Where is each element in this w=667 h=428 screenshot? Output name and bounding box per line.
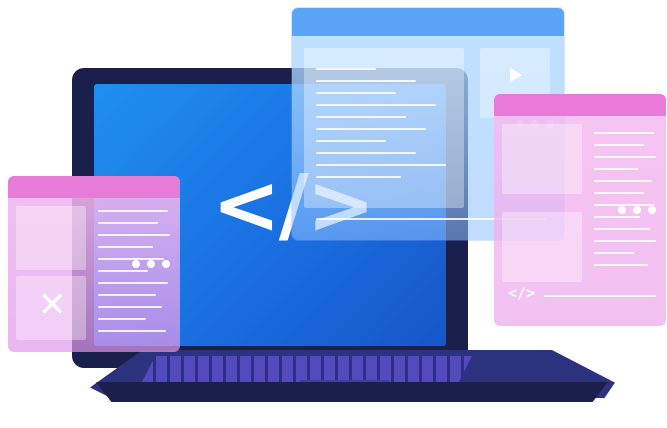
code-line (594, 252, 634, 254)
code-line (594, 240, 656, 242)
code-line (98, 318, 146, 320)
code-line (316, 104, 436, 106)
code-line (594, 132, 654, 134)
code-line (316, 80, 416, 82)
content-panel (16, 206, 86, 270)
code-line (594, 216, 640, 218)
code-line (98, 330, 166, 332)
window-dot (162, 260, 170, 268)
tools-icon: ✕ (38, 285, 67, 325)
code-line (98, 210, 168, 212)
window-dot (147, 260, 155, 268)
content-panel (502, 212, 582, 282)
code-line (594, 156, 656, 158)
code-line (316, 164, 446, 166)
window-titlebar (8, 176, 180, 268)
code-symbol-small-icon: </> (508, 284, 536, 302)
code-line (98, 246, 153, 248)
code-line (594, 144, 644, 146)
window-controls-dots (618, 94, 656, 326)
code-line (316, 152, 416, 154)
window-titlebar (292, 8, 564, 128)
window-dot (132, 260, 140, 268)
code-window-pink-left: ✕ (8, 176, 180, 352)
code-line (594, 168, 638, 170)
window-dot (633, 206, 641, 214)
code-line (316, 128, 426, 130)
code-line (594, 228, 650, 230)
code-line (98, 282, 168, 284)
window-dot (618, 206, 626, 214)
code-line (316, 140, 386, 142)
code-line (316, 116, 406, 118)
code-line (594, 180, 652, 182)
code-line (316, 92, 396, 94)
code-line (98, 258, 164, 260)
code-window-pink-right: </> (494, 94, 666, 326)
laptop-base-edge (96, 382, 608, 402)
code-line (594, 264, 648, 266)
code-line (316, 176, 401, 178)
play-icon (510, 68, 522, 82)
window-controls-dots (132, 176, 170, 352)
code-line (98, 270, 148, 272)
code-line (98, 306, 162, 308)
keyboard (142, 356, 472, 382)
code-line (594, 204, 654, 206)
code-line (316, 68, 376, 70)
code-line (98, 234, 170, 236)
code-line (98, 222, 158, 224)
code-line (594, 192, 644, 194)
window-titlebar (494, 94, 666, 214)
code-line (98, 294, 156, 296)
window-dot (648, 206, 656, 214)
content-panel (502, 124, 582, 194)
code-line (544, 295, 656, 297)
